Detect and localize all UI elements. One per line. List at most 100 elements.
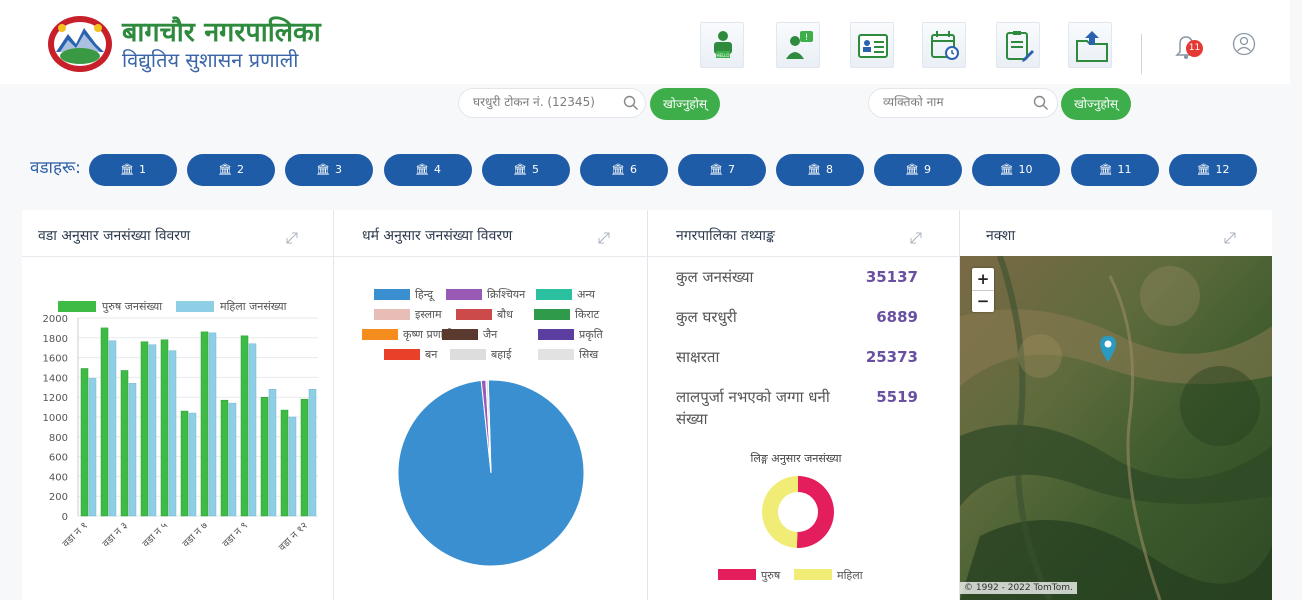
bar[interactable] — [140, 341, 149, 517]
bar[interactable] — [260, 396, 269, 517]
bar[interactable] — [108, 340, 117, 517]
y-tick-label: 1000 — [43, 413, 68, 424]
name-search-input[interactable] — [881, 94, 1035, 110]
stat-value: 35137 — [865, 268, 918, 286]
name-search-button[interactable]: खोज्नुहोस् — [1061, 88, 1131, 120]
expand-icon[interactable] — [1224, 232, 1236, 244]
bar[interactable] — [100, 327, 109, 517]
legend-swatch — [534, 309, 570, 320]
bank-icon: 🏛 — [1098, 163, 1113, 176]
ward-button-11[interactable]: 🏛 11 — [1071, 154, 1159, 186]
ward-button-8[interactable]: 🏛 8 — [776, 154, 864, 186]
bar[interactable] — [200, 331, 209, 517]
map-pin-icon[interactable] — [1100, 336, 1116, 362]
ward-button-4[interactable]: 🏛 4 — [384, 154, 472, 186]
folder-upload-icon[interactable] — [1068, 22, 1112, 68]
bar[interactable] — [128, 383, 137, 517]
ward-button-label: 9 — [923, 163, 931, 176]
ward-button-label: 5 — [531, 163, 539, 176]
ward-button-9[interactable]: 🏛 9 — [874, 154, 962, 186]
token-search-input[interactable] — [471, 94, 625, 110]
donut-slice[interactable] — [761, 476, 798, 548]
stat-value: 6889 — [876, 308, 918, 326]
legend-label: जैन — [483, 328, 498, 341]
bar[interactable] — [248, 343, 257, 517]
ward-button-label: 3 — [334, 163, 342, 176]
religion-pie-chart: हिन्दू क्रिश्चियन अन्यइस्लाम बौध किराटकृष्ण … — [362, 288, 604, 567]
legend-label: पुरुष — [761, 569, 781, 582]
ward-button-3[interactable]: 🏛 3 — [285, 154, 373, 186]
bar[interactable] — [228, 402, 237, 517]
donut-slice[interactable] — [796, 476, 834, 548]
expand-icon[interactable] — [910, 232, 922, 244]
religion-panel: धर्म अनुसार जनसंख्या विवरण हिन्दू क्रिश्च… — [334, 210, 648, 600]
bar[interactable] — [300, 398, 309, 517]
bar[interactable] — [288, 416, 297, 517]
bar[interactable] — [220, 399, 229, 517]
app-subtitle: विद्युतिय सुशासन प्रणाली — [122, 48, 299, 72]
app-title: बागचौर नगरपालिका — [122, 17, 321, 48]
ward-button-7[interactable]: 🏛 7 — [678, 154, 766, 186]
calendar-icon[interactable] — [922, 22, 966, 68]
bar[interactable] — [188, 412, 197, 517]
hello-icon[interactable]: HELLO — [700, 22, 744, 68]
expand-icon[interactable] — [286, 232, 298, 244]
x-tick-label: वडा न ९ — [221, 520, 250, 549]
bar[interactable] — [148, 344, 157, 517]
token-search-button[interactable]: खोज्नुहोस् — [650, 88, 720, 120]
y-tick-label: 1600 — [43, 354, 68, 365]
ward-button-2[interactable]: 🏛 2 — [187, 154, 275, 186]
y-tick-label: 1800 — [43, 334, 68, 345]
bank-icon: 🏛 — [316, 163, 330, 176]
legend-swatch — [362, 329, 398, 340]
bar[interactable] — [268, 389, 277, 517]
bank-icon: 🏛 — [709, 163, 723, 176]
bar[interactable] — [168, 350, 177, 517]
ward-button-12[interactable]: 🏛 12 — [1169, 154, 1257, 186]
zoom-out-button[interactable]: − — [972, 290, 994, 312]
x-tick-label: वडा न १२ — [277, 520, 310, 553]
ward-button-label: 6 — [629, 163, 637, 176]
ward-button-6[interactable]: 🏛 6 — [580, 154, 668, 186]
x-tick-label: वडा न ७ — [181, 520, 210, 549]
y-tick-label: 800 — [49, 433, 68, 444]
map-panel-title: नक्शा — [986, 228, 1016, 244]
legend-label: क्रिश्चियन — [487, 288, 526, 301]
expand-icon[interactable] — [598, 232, 610, 244]
gender-donut-chart: लिङ्ग अनुसार जनसंख्या पुरुष महिला — [718, 452, 863, 582]
bar[interactable] — [160, 339, 169, 517]
document-edit-icon[interactable] — [996, 22, 1040, 68]
ward-button-label: 4 — [433, 163, 441, 176]
bar[interactable] — [208, 332, 217, 517]
y-tick-label: 600 — [49, 453, 68, 464]
bar[interactable] — [240, 335, 249, 517]
zoom-in-button[interactable]: + — [972, 268, 994, 291]
ward-button-label: 1 — [138, 163, 146, 176]
bar[interactable] — [80, 368, 89, 517]
search-icon[interactable] — [623, 95, 639, 111]
y-tick-label: 2000 — [43, 314, 68, 325]
ward-button-5[interactable]: 🏛 5 — [482, 154, 570, 186]
bar[interactable] — [308, 389, 317, 517]
legend-label: सिख — [579, 348, 599, 361]
x-tick-label: वडा न ५ — [141, 520, 170, 549]
feedback-icon[interactable]: ! — [776, 22, 820, 68]
bar[interactable] — [180, 410, 189, 517]
legend-label: बहाई — [491, 348, 512, 361]
user-icon[interactable] — [1232, 32, 1256, 56]
id-card-icon[interactable] — [850, 22, 894, 68]
search-icon[interactable] — [1033, 95, 1049, 111]
bar[interactable] — [280, 409, 289, 517]
x-tick-label: वडा न १ — [61, 520, 90, 549]
satellite-map[interactable]: + − © 1992 - 2022 TomTom. — [960, 256, 1272, 600]
panel-header: वडा अनुसार जनसंख्या विवरण — [22, 210, 333, 257]
legend-label: हिन्दू — [415, 288, 435, 302]
bank-icon: 🏛 — [1196, 163, 1211, 176]
panel-header: नगरपालिका तथ्याङ्क — [648, 210, 959, 257]
ward-button-1[interactable]: 🏛 1 — [89, 154, 177, 186]
bar[interactable] — [120, 370, 129, 517]
ward-button-10[interactable]: 🏛 10 — [972, 154, 1060, 186]
bar[interactable] — [88, 378, 97, 517]
stat-label: साक्षरता — [676, 348, 720, 366]
legend-swatch — [718, 569, 756, 580]
